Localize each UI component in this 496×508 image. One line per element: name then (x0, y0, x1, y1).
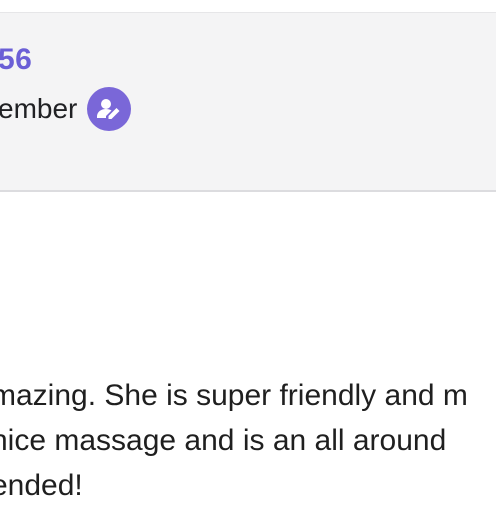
review-text: mazing. She is super friendly and m nice… (0, 373, 496, 508)
review-line: mazing. She is super friendly and m (0, 379, 468, 412)
reviewer-username[interactable]: 56 (0, 43, 32, 77)
member-label: ember (0, 93, 78, 124)
user-edit-icon-svg (97, 99, 120, 119)
member-row: ember (0, 87, 132, 131)
top-strip (0, 0, 496, 12)
review-line: ended! (0, 469, 83, 502)
review-line: nice massage and is an all around (0, 424, 447, 457)
user-edit-icon (87, 87, 132, 131)
profile-header-card: 56 ember (0, 12, 496, 192)
